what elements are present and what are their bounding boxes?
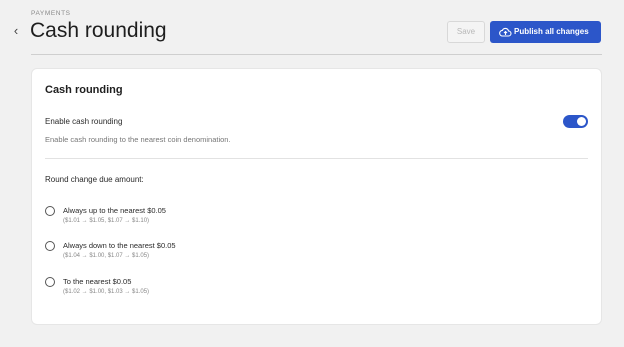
radio-label: To the nearest $0.05	[63, 277, 132, 286]
radio-option-round-down[interactable]: Always down to the nearest $0.05 ($1.04 …	[45, 240, 345, 264]
toggle-knob	[577, 117, 586, 126]
radio-label: Always down to the nearest $0.05	[63, 241, 176, 250]
card-divider	[45, 158, 588, 159]
chevron-left-icon[interactable]: ‹	[10, 23, 22, 39]
radio-example: ($1.02 → $1.00, $1.03 → $1.05)	[63, 289, 150, 295]
publish-all-changes-button[interactable]: Publish all changes	[490, 21, 601, 43]
save-button[interactable]: Save	[447, 21, 485, 43]
radio-button[interactable]	[45, 206, 55, 216]
publish-label: Publish all changes	[514, 27, 589, 36]
page-header: ‹ PAYMENTS Cash rounding Save Publish al…	[0, 0, 624, 56]
card-title: Cash rounding	[45, 84, 123, 96]
radio-example: ($1.04 → $1.00, $1.07 → $1.05)	[63, 253, 150, 259]
radio-option-round-nearest[interactable]: To the nearest $0.05 ($1.02 → $1.00, $1.…	[45, 276, 345, 300]
header-divider	[31, 54, 602, 55]
radio-button[interactable]	[45, 241, 55, 251]
breadcrumb[interactable]: PAYMENTS	[31, 10, 71, 17]
cloud-upload-icon	[499, 27, 512, 37]
page-title: Cash rounding	[30, 19, 167, 42]
radio-label: Always up to the nearest $0.05	[63, 206, 166, 215]
enable-cash-rounding-toggle[interactable]	[563, 115, 588, 128]
radio-example: ($1.01 → $1.05, $1.07 → $1.10)	[63, 218, 150, 224]
cash-rounding-card: Cash rounding Enable cash rounding Enabl…	[31, 68, 602, 325]
radio-button[interactable]	[45, 277, 55, 287]
section-label: Round change due amount:	[45, 175, 144, 184]
toggle-label: Enable cash rounding	[45, 117, 123, 126]
radio-option-round-up[interactable]: Always up to the nearest $0.05 ($1.01 → …	[45, 205, 345, 229]
toggle-help-text: Enable cash rounding to the nearest coin…	[45, 135, 231, 144]
